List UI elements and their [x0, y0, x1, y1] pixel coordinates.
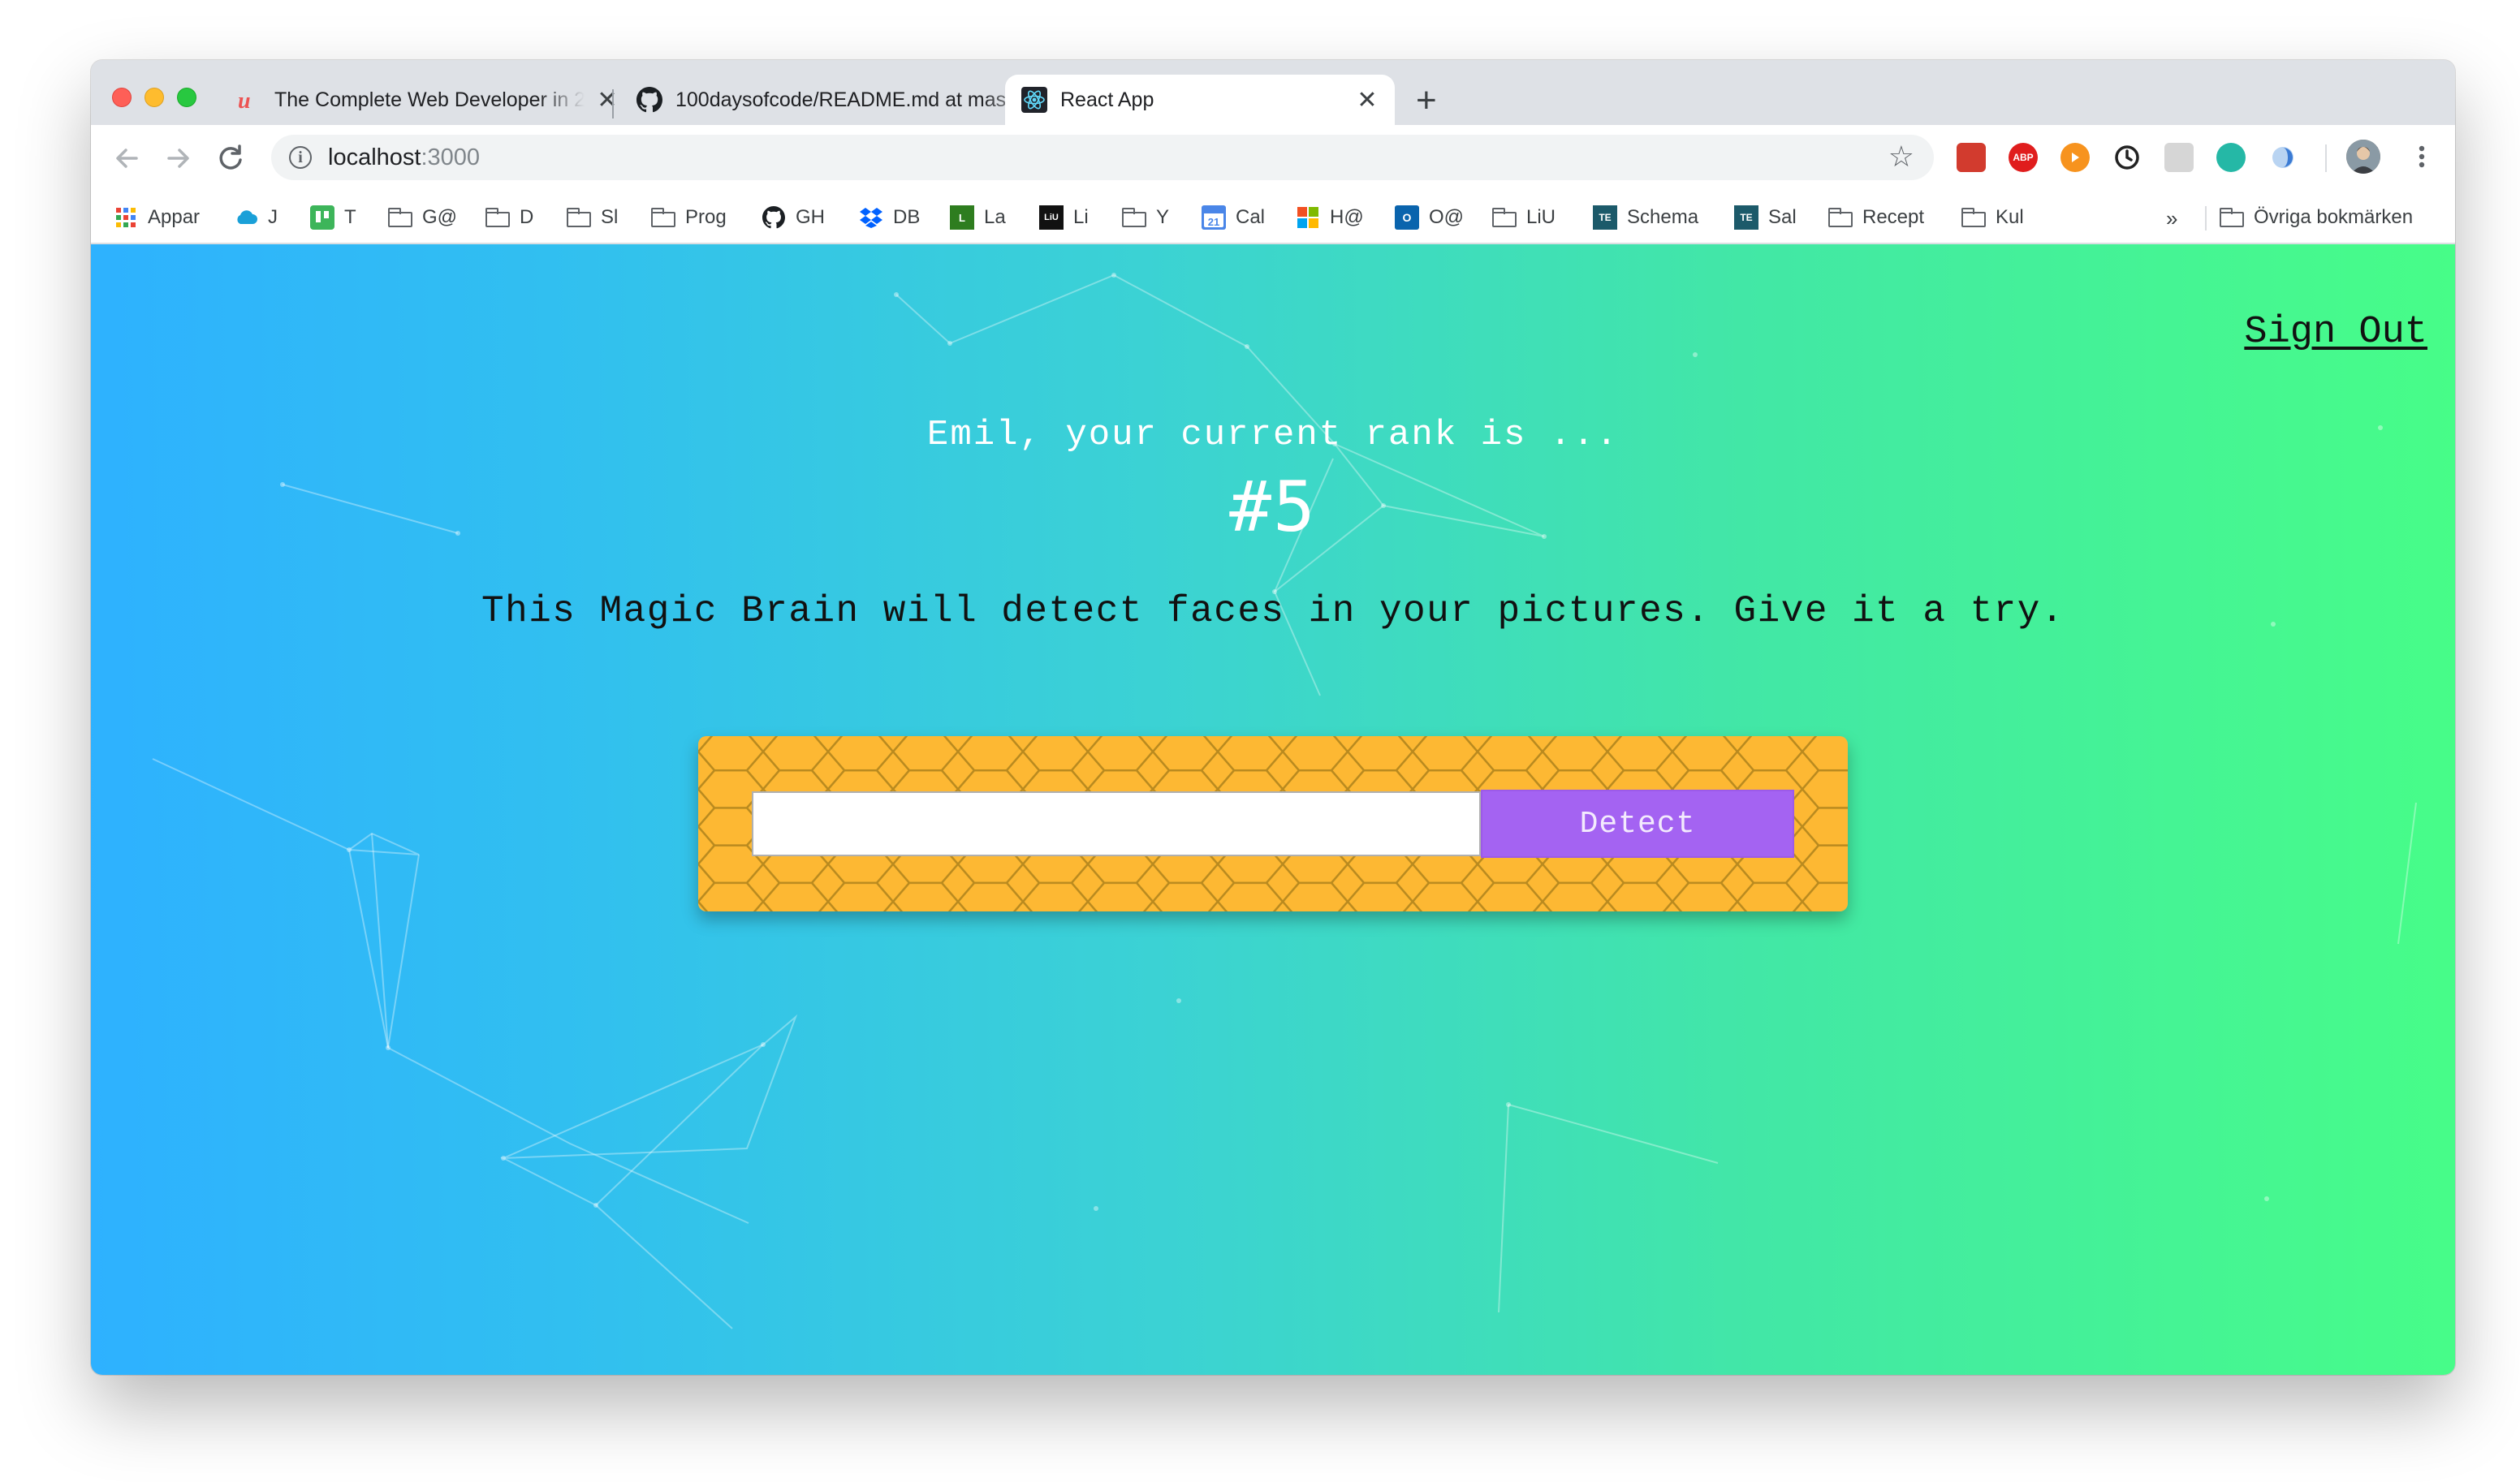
- liu-icon: LiU: [1039, 205, 1064, 230]
- cloud-icon: [234, 205, 258, 230]
- te-icon: TE: [1734, 205, 1758, 230]
- sign-out-link[interactable]: Sign Out: [2244, 311, 2427, 354]
- udemy-icon: u: [235, 87, 261, 113]
- dropbox-icon: [859, 205, 883, 230]
- bookmarks-overflow-button[interactable]: »: [2166, 206, 2177, 231]
- app-page: Sign Out Emil, your current rank is ... …: [91, 244, 2455, 1375]
- folder-icon: [651, 205, 675, 230]
- github-icon: [762, 205, 786, 230]
- bookmark-item[interactable]: Appar: [114, 203, 200, 232]
- bookmarks-bar: Appar J T G@ D Sl Prog GH DB L La LiU Li…: [91, 192, 2455, 243]
- tab-title: React App: [1060, 88, 1154, 111]
- bookmark-item[interactable]: 21 Cal: [1202, 203, 1265, 232]
- detect-button[interactable]: Detect: [1481, 790, 1794, 858]
- bookmark-item[interactable]: O O@: [1395, 203, 1464, 232]
- tab-react-app[interactable]: React App ✕: [1005, 75, 1395, 125]
- close-window-button[interactable]: [112, 88, 132, 107]
- apps-grid-icon: [114, 205, 138, 230]
- folder-icon: [1828, 205, 1853, 230]
- teal-ext-icon[interactable]: [2216, 143, 2246, 172]
- bookmark-item[interactable]: TE Schema: [1593, 203, 1698, 232]
- intro-text: This Magic Brain will detect faces in yo…: [481, 590, 2065, 632]
- microsoft-icon: [1296, 205, 1320, 230]
- other-bookmarks[interactable]: Övriga bokmärken: [2220, 203, 2413, 232]
- toolbar-divider: [2325, 144, 2327, 172]
- rank-message: Emil, your current rank is ...: [926, 415, 1620, 455]
- image-link-form: Detect: [698, 736, 1848, 911]
- address-url[interactable]: localhost:3000: [328, 144, 480, 171]
- react-icon: [1021, 87, 1047, 113]
- minimize-window-button[interactable]: [145, 88, 164, 107]
- bookmark-item[interactable]: GH: [762, 203, 825, 232]
- bookmark-ext-icon[interactable]: [1957, 143, 1986, 172]
- bookmark-item[interactable]: Sl: [567, 203, 618, 232]
- bookmark-item[interactable]: L La: [950, 203, 1006, 232]
- bookmark-item[interactable]: DB: [859, 203, 920, 232]
- github-icon: [636, 87, 662, 113]
- svg-text:u: u: [238, 88, 251, 112]
- close-icon[interactable]: ✕: [596, 86, 619, 114]
- folder-icon: [2220, 205, 2244, 230]
- browser-window: u The Complete Web Developer in 2019 ✕ 1…: [91, 60, 2455, 1375]
- close-icon[interactable]: ✕: [1356, 86, 1379, 114]
- outlook-icon: O: [1395, 205, 1419, 230]
- bookmark-item[interactable]: J: [234, 203, 278, 232]
- bookmark-item[interactable]: G@: [388, 203, 457, 232]
- bookmark-item[interactable]: Prog: [651, 203, 727, 232]
- tab-udemy[interactable]: u The Complete Web Developer in 2019 ✕: [219, 75, 635, 125]
- folder-icon: [1961, 205, 1986, 230]
- tab-title: 100daysofcode/README.md at master: [675, 88, 1030, 111]
- svg-text:21: 21: [1208, 216, 1219, 228]
- bookmark-item[interactable]: H@: [1296, 203, 1364, 232]
- timer-ext-icon[interactable]: [2112, 143, 2142, 172]
- bookmark-item[interactable]: Y: [1122, 203, 1169, 232]
- folder-icon: [388, 205, 412, 230]
- tab-strip: u The Complete Web Developer in 2019 ✕ 1…: [91, 60, 2455, 125]
- bookmark-item[interactable]: Recept: [1828, 203, 1924, 232]
- folder-icon: [1492, 205, 1517, 230]
- browser-menu-icon[interactable]: [2418, 138, 2426, 184]
- tab-divider: [612, 89, 614, 118]
- new-tab-button[interactable]: +: [1416, 83, 1437, 118]
- bookmark-item[interactable]: LiU: [1492, 203, 1556, 232]
- bookmark-item[interactable]: Kul: [1961, 203, 2024, 232]
- l-badge-icon: L: [950, 205, 974, 230]
- folder-icon: [485, 205, 510, 230]
- image-url-input[interactable]: [752, 791, 1481, 856]
- folder-icon: [567, 205, 591, 230]
- te-icon: TE: [1593, 205, 1617, 230]
- rank-value: #5: [1229, 467, 1317, 548]
- play-ext-icon[interactable]: [2060, 143, 2090, 172]
- back-button[interactable]: [110, 140, 143, 186]
- clipboard-ext-icon[interactable]: [2164, 143, 2194, 172]
- browser-toolbar: i localhost:3000 ☆ ABP: [91, 125, 2455, 192]
- bookmark-item[interactable]: TE Sal: [1734, 203, 1797, 232]
- calendar-icon: 21: [1202, 205, 1226, 230]
- tab-title: The Complete Web Developer in 2019: [274, 88, 585, 111]
- site-info-icon[interactable]: i: [289, 146, 312, 169]
- bookmark-star-icon[interactable]: ☆: [1888, 140, 1914, 174]
- profile-avatar[interactable]: [2346, 140, 2380, 174]
- abp-icon[interactable]: ABP: [2009, 143, 2038, 172]
- bookmark-item[interactable]: D: [485, 203, 533, 232]
- trello-icon: [310, 205, 334, 230]
- shield-ext-icon[interactable]: [2268, 143, 2298, 172]
- address-bar[interactable]: i localhost:3000 ☆: [271, 135, 1934, 180]
- forward-button[interactable]: [162, 140, 195, 186]
- bookmark-item[interactable]: LiU Li: [1039, 203, 1089, 232]
- reload-button[interactable]: [214, 140, 247, 186]
- bookmark-item[interactable]: T: [310, 203, 356, 232]
- maximize-window-button[interactable]: [177, 88, 196, 107]
- bookmarks-divider: [2205, 206, 2207, 230]
- folder-icon: [1122, 205, 1146, 230]
